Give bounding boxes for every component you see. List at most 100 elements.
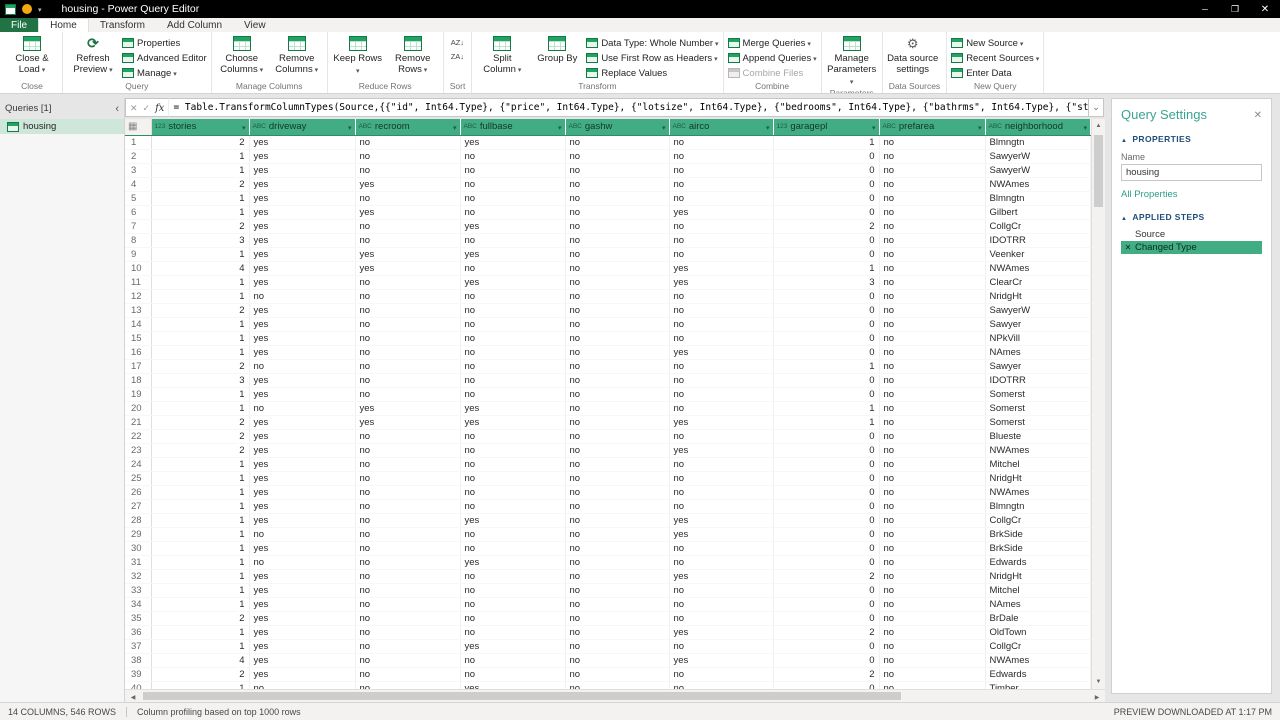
cell-garagepl[interactable]: 0 bbox=[773, 513, 880, 528]
cell-airco[interactable]: no bbox=[669, 303, 774, 318]
row-number[interactable]: 34 bbox=[125, 597, 152, 612]
filter-dropdown-icon[interactable]: ▾ bbox=[242, 121, 246, 132]
cell-neighborhood[interactable]: NridgHt bbox=[985, 289, 1091, 304]
new-source-button[interactable]: New Source bbox=[951, 36, 1039, 50]
cell-neighborhood[interactable]: BrDale bbox=[985, 611, 1091, 626]
cell-driveway[interactable]: yes bbox=[249, 387, 356, 402]
cell-driveway[interactable]: yes bbox=[249, 275, 356, 290]
cell-fullbase[interactable]: no bbox=[460, 191, 566, 206]
replace-values-button[interactable]: Replace Values bbox=[586, 66, 718, 80]
cell-airco[interactable]: no bbox=[669, 499, 774, 514]
cell-airco[interactable]: yes bbox=[669, 415, 774, 430]
cell-garagepl[interactable]: 2 bbox=[773, 219, 880, 234]
cell-prefarea[interactable]: no bbox=[879, 163, 986, 178]
cell-driveway[interactable]: yes bbox=[249, 611, 356, 626]
remove-rows-button[interactable]: Remove Rows bbox=[387, 34, 439, 76]
cell-airco[interactable]: no bbox=[669, 387, 774, 402]
remove-columns-button[interactable]: Remove Columns bbox=[271, 34, 323, 76]
cell-neighborhood[interactable]: BrkSide bbox=[985, 541, 1091, 556]
cell-garagepl[interactable]: 0 bbox=[773, 499, 880, 514]
cell-stories[interactable]: 1 bbox=[151, 149, 250, 164]
filter-dropdown-icon[interactable]: ▾ bbox=[453, 121, 457, 132]
cell-neighborhood[interactable]: Somerst bbox=[985, 401, 1091, 416]
cell-recroom[interactable]: no bbox=[355, 429, 461, 444]
row-number[interactable]: 10 bbox=[125, 261, 152, 276]
cell-fullbase[interactable]: yes bbox=[460, 247, 566, 262]
cell-neighborhood[interactable]: Gilbert bbox=[985, 205, 1091, 220]
filter-dropdown-icon[interactable]: ▾ bbox=[662, 121, 666, 132]
cell-gashw[interactable]: no bbox=[565, 373, 670, 388]
sort-descending-button[interactable] bbox=[448, 50, 467, 63]
cell-garagepl[interactable]: 0 bbox=[773, 583, 880, 598]
cell-recroom[interactable]: no bbox=[355, 583, 461, 598]
column-header-prefarea[interactable]: ABC ▾ prefarea bbox=[879, 119, 986, 136]
row-number[interactable]: 2 bbox=[125, 149, 152, 164]
row-number[interactable]: 28 bbox=[125, 513, 152, 528]
query-settings-close-icon[interactable] bbox=[1254, 109, 1262, 121]
cell-prefarea[interactable]: no bbox=[879, 373, 986, 388]
cell-garagepl[interactable]: 0 bbox=[773, 527, 880, 542]
cell-driveway[interactable]: no bbox=[249, 527, 356, 542]
cell-stories[interactable]: 1 bbox=[151, 555, 250, 570]
cell-prefarea[interactable]: no bbox=[879, 317, 986, 332]
cell-garagepl[interactable]: 2 bbox=[773, 569, 880, 584]
row-number[interactable]: 25 bbox=[125, 471, 152, 486]
choose-columns-button[interactable]: Choose Columns bbox=[216, 34, 268, 76]
group-by-button[interactable]: Group By bbox=[531, 34, 583, 64]
cell-gashw[interactable]: no bbox=[565, 191, 670, 206]
cell-airco[interactable]: yes bbox=[669, 443, 774, 458]
data-source-settings-button[interactable]: Data source settings bbox=[887, 34, 939, 75]
cell-driveway[interactable]: yes bbox=[249, 625, 356, 640]
merge-queries-button[interactable]: Merge Queries bbox=[727, 36, 817, 50]
cell-gashw[interactable]: no bbox=[565, 429, 670, 444]
cell-garagepl[interactable]: 2 bbox=[773, 625, 880, 640]
cell-gashw[interactable]: no bbox=[565, 415, 670, 430]
cell-prefarea[interactable]: no bbox=[879, 289, 986, 304]
cell-neighborhood[interactable]: Timber bbox=[985, 681, 1091, 689]
cell-neighborhood[interactable]: NWAmes bbox=[985, 485, 1091, 500]
cell-stories[interactable]: 1 bbox=[151, 639, 250, 654]
row-number[interactable]: 23 bbox=[125, 443, 152, 458]
cell-stories[interactable]: 1 bbox=[151, 457, 250, 472]
cell-neighborhood[interactable]: NWAmes bbox=[985, 653, 1091, 668]
maximize-button[interactable] bbox=[1220, 0, 1250, 18]
cell-stories[interactable]: 1 bbox=[151, 205, 250, 220]
cell-fullbase[interactable]: no bbox=[460, 625, 566, 640]
cell-stories[interactable]: 2 bbox=[151, 415, 250, 430]
row-number[interactable]: 14 bbox=[125, 317, 152, 332]
cell-recroom[interactable]: no bbox=[355, 163, 461, 178]
cell-driveway[interactable]: yes bbox=[249, 457, 356, 472]
cell-recroom[interactable]: no bbox=[355, 513, 461, 528]
split-column-button[interactable]: Split Column bbox=[476, 34, 528, 76]
row-number[interactable]: 15 bbox=[125, 331, 152, 346]
cell-driveway[interactable]: yes bbox=[249, 205, 356, 220]
cell-fullbase[interactable]: yes bbox=[460, 639, 566, 654]
filter-dropdown-icon[interactable]: ▾ bbox=[558, 121, 562, 132]
cell-recroom[interactable]: no bbox=[355, 667, 461, 682]
cell-stories[interactable]: 1 bbox=[151, 247, 250, 262]
cell-recroom[interactable]: no bbox=[355, 639, 461, 654]
cell-driveway[interactable]: no bbox=[249, 555, 356, 570]
cell-fullbase[interactable]: no bbox=[460, 317, 566, 332]
cell-gashw[interactable]: no bbox=[565, 457, 670, 472]
row-number[interactable]: 24 bbox=[125, 457, 152, 472]
cell-prefarea[interactable]: no bbox=[879, 513, 986, 528]
column-header-airco[interactable]: ABC ▾ airco bbox=[669, 119, 774, 136]
cell-stories[interactable]: 1 bbox=[151, 317, 250, 332]
cell-airco[interactable]: no bbox=[669, 611, 774, 626]
cell-gashw[interactable]: no bbox=[565, 317, 670, 332]
cell-recroom[interactable]: yes bbox=[355, 177, 461, 192]
cell-recroom[interactable]: yes bbox=[355, 247, 461, 262]
cell-gashw[interactable]: no bbox=[565, 233, 670, 248]
filter-dropdown-icon[interactable]: ▾ bbox=[978, 121, 982, 132]
cell-driveway[interactable]: yes bbox=[249, 149, 356, 164]
cell-prefarea[interactable]: no bbox=[879, 569, 986, 584]
cell-fullbase[interactable]: no bbox=[460, 569, 566, 584]
row-number[interactable]: 20 bbox=[125, 401, 152, 416]
cell-neighborhood[interactable]: Sawyer bbox=[985, 359, 1091, 374]
cell-gashw[interactable]: no bbox=[565, 331, 670, 346]
refresh-preview-button[interactable]: Refresh Preview bbox=[67, 34, 119, 76]
cell-garagepl[interactable]: 1 bbox=[773, 401, 880, 416]
formula-input[interactable]: = Table.TransformColumnTypes(Source,{{"i… bbox=[168, 98, 1089, 117]
cell-prefarea[interactable]: no bbox=[879, 681, 986, 689]
